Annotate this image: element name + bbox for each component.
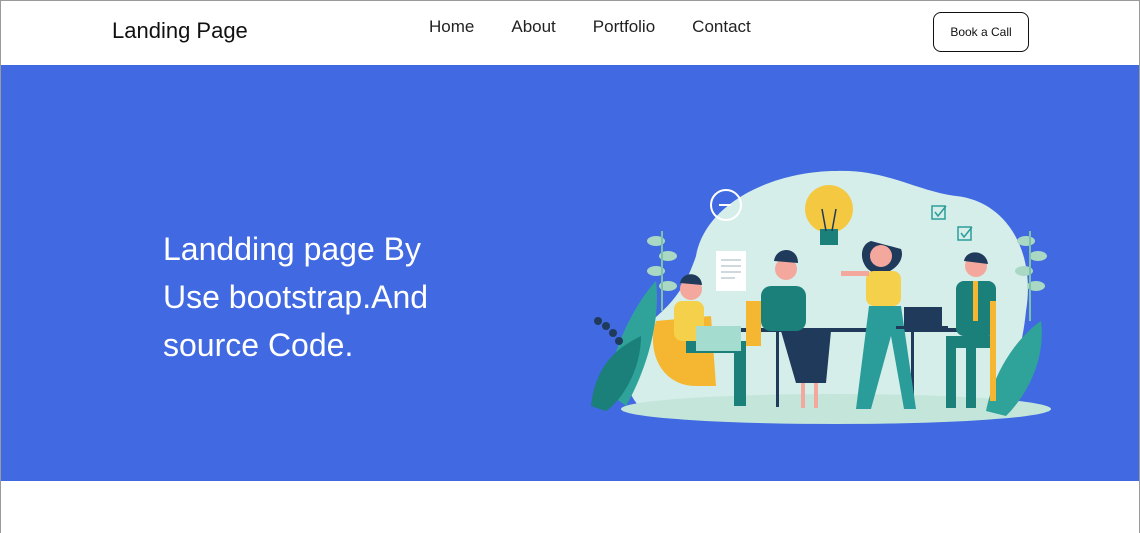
nav-links: Home About Portfolio Contact bbox=[429, 17, 788, 37]
document-icon bbox=[716, 251, 746, 291]
team-meeting-illustration bbox=[591, 170, 1051, 424]
hero-heading-line-1: Landding page By bbox=[163, 231, 421, 267]
brand-logo-text[interactable]: Landing Page bbox=[112, 18, 248, 44]
nav-link-about[interactable]: About bbox=[511, 17, 555, 37]
book-call-button[interactable]: Book a Call bbox=[933, 12, 1029, 52]
navbar: Landing Page Home About Portfolio Contac… bbox=[1, 1, 1139, 65]
nav-link-home[interactable]: Home bbox=[429, 17, 474, 37]
nav-link-portfolio[interactable]: Portfolio bbox=[593, 17, 655, 37]
leaf-left-dark-sprig bbox=[594, 317, 623, 345]
hero-heading: Landding page By Use bootstrap.And sourc… bbox=[163, 225, 483, 369]
nav-link-contact[interactable]: Contact bbox=[692, 17, 751, 37]
hero-heading-line-3: source Code. bbox=[163, 327, 354, 363]
hero-heading-line-2: Use bootstrap.And bbox=[163, 279, 429, 315]
next-section bbox=[1, 481, 1139, 533]
